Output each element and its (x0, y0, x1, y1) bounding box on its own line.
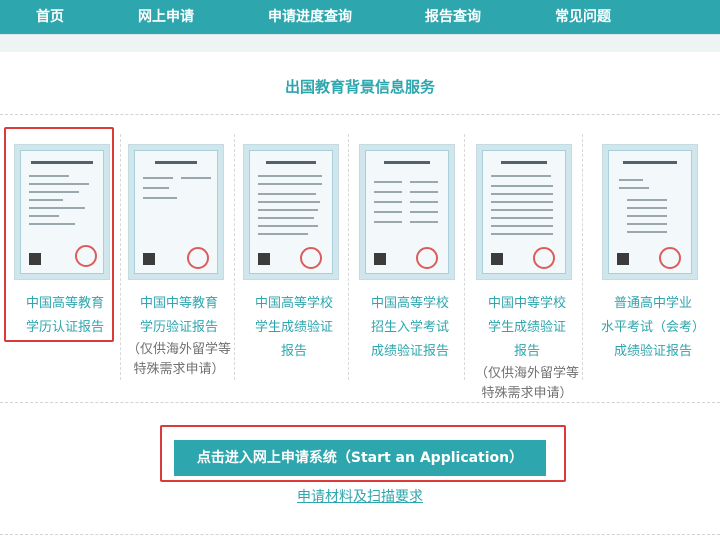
nav-home[interactable]: 首页 (36, 0, 64, 34)
card-note: 特殊需求申请） (133, 362, 225, 377)
qr-code-icon (491, 253, 503, 265)
service-title: 出国教育背景信息服务 (284, 78, 435, 96)
seal-icon (533, 247, 555, 269)
report-thumbnail (128, 144, 224, 280)
highlight-box-card-1 (4, 127, 114, 342)
nav-faq[interactable]: 常见问题 (555, 0, 611, 34)
nav-progress-query[interactable]: 申请进度查询 (268, 0, 352, 34)
card-note: （仅供海外留学等 (126, 342, 231, 357)
card-divider (464, 134, 465, 380)
qr-code-icon (617, 253, 629, 265)
divider-top (0, 114, 720, 115)
card-title-line: 中国高等学校 (254, 296, 333, 311)
card-title-line: 成绩验证报告 (613, 344, 692, 359)
qr-code-icon (143, 253, 155, 265)
nav-online-application[interactable]: 网上申请 (138, 0, 194, 34)
divider-bottom (0, 534, 720, 535)
materials-requirements-link[interactable]: 申请材料及扫描要求 (0, 486, 720, 506)
card-divider (582, 134, 583, 380)
card-title-line: 报告 (513, 344, 540, 359)
top-nav: 首页 网上申请 申请进度查询 报告查询 常见问题 (0, 0, 720, 34)
card-title-line: 中国中等教育 (139, 296, 218, 311)
seal-icon (416, 247, 438, 269)
card-title-line: 中国高等学校 (370, 296, 449, 311)
start-application-button[interactable]: 点击进入网上申请系统（Start an Application） (174, 440, 546, 476)
report-thumbnail (359, 144, 455, 280)
card-note: 特殊需求申请） (481, 386, 573, 401)
card-title-line: 普通高中学业 (613, 296, 692, 311)
card-title-line: 学历验证报告 (139, 320, 218, 335)
report-thumbnail (602, 144, 698, 280)
report-thumbnail (476, 144, 572, 280)
nav-report-query[interactable]: 报告查询 (425, 0, 481, 34)
card-divider (348, 134, 349, 380)
report-thumbnail (243, 144, 339, 280)
qr-code-icon (258, 253, 270, 265)
card-title-line: 报告 (280, 344, 307, 359)
qr-code-icon (374, 253, 386, 265)
card-title-line: 学生成绩验证 (254, 320, 333, 335)
card-title-line: 中国中等学校 (487, 296, 566, 311)
seal-icon (187, 247, 209, 269)
card-title-line: 招生入学考试 (370, 320, 449, 335)
card-title-line: 学生成绩验证 (487, 320, 566, 335)
card-title-line: 成绩验证报告 (370, 344, 449, 359)
seal-icon (300, 247, 322, 269)
card-note: （仅供海外留学等 (474, 366, 579, 381)
nav-band (0, 34, 720, 52)
seal-icon (659, 247, 681, 269)
divider-middle (0, 402, 720, 403)
card-title-line: 水平考试（会考） (600, 320, 705, 335)
